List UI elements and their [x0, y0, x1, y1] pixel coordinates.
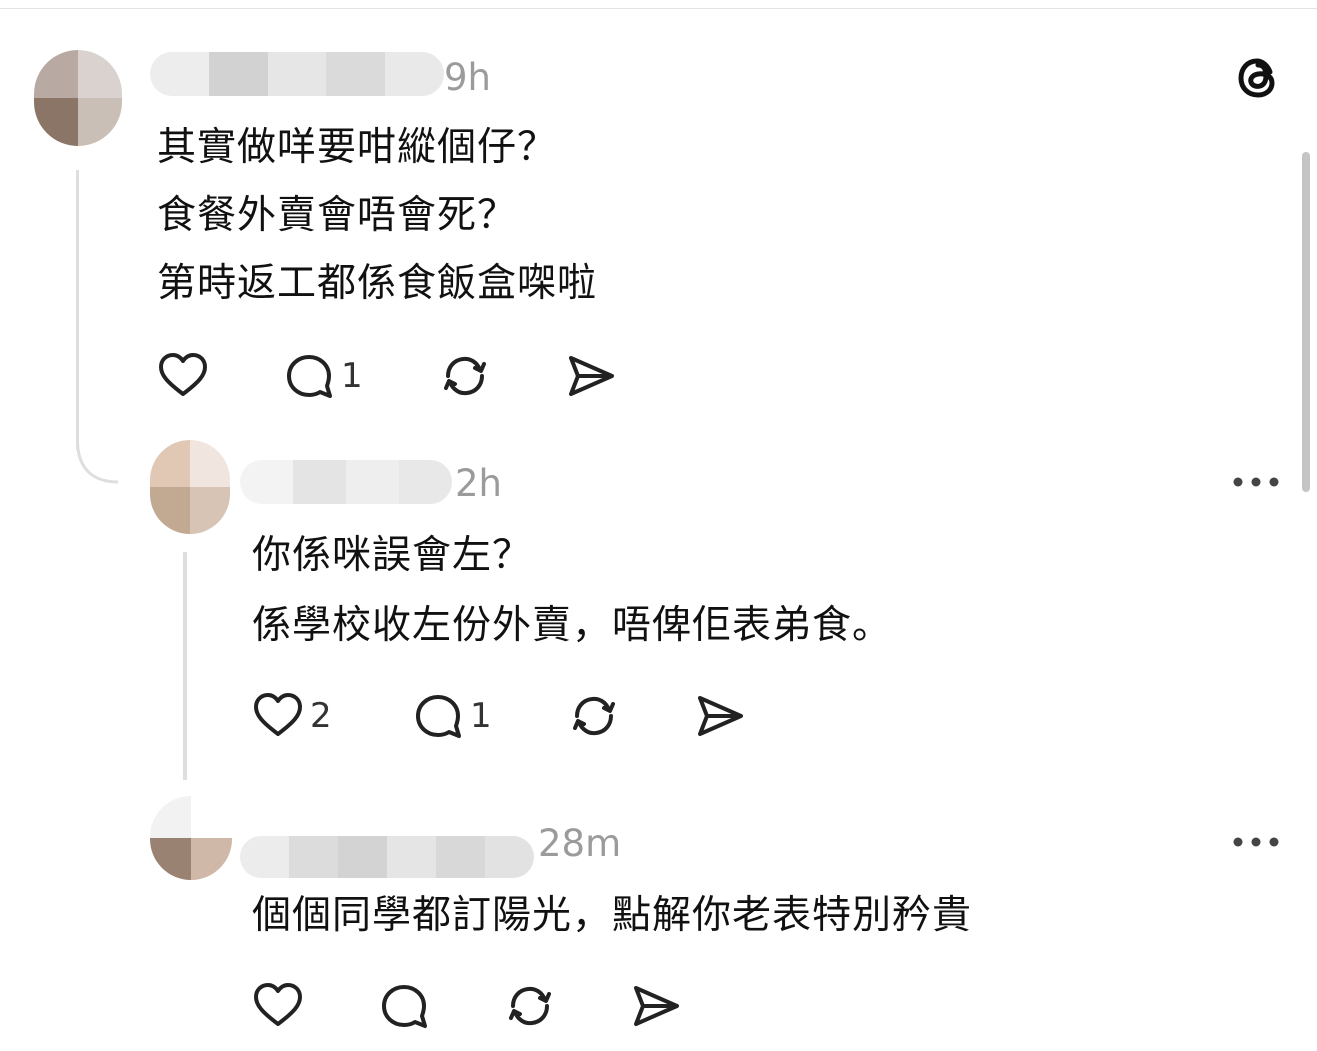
avatar-pixel [34, 50, 78, 98]
scrollbar[interactable] [1302, 152, 1310, 492]
username-blurred[interactable] [150, 52, 444, 96]
like-count: 2 [310, 696, 332, 736]
thread-connector [76, 440, 119, 484]
comment-bubble-icon [382, 985, 427, 1028]
comment-line: 食餐外賣會唔會死？ [157, 193, 518, 238]
repost-button[interactable] [568, 690, 620, 742]
avatar-pixel [78, 50, 122, 98]
reply-button[interactable]: 1 [412, 690, 492, 742]
heart-icon [159, 353, 207, 396]
heart-icon [254, 693, 302, 736]
send-icon [634, 986, 679, 1026]
share-button[interactable] [565, 350, 617, 402]
username-blurred[interactable] [240, 836, 534, 878]
reply-button[interactable] [378, 980, 430, 1032]
comment-line: 係學校收左份外賣，唔俾佢表弟食。 [252, 603, 893, 648]
avatar-pixel [190, 440, 230, 487]
avatar-pixel [150, 440, 190, 487]
more-options-button[interactable] [1230, 472, 1282, 492]
more-options-button[interactable] [1230, 832, 1282, 852]
timestamp: 28m [538, 822, 622, 865]
reply-count: 1 [470, 696, 492, 736]
thread-line [183, 552, 187, 780]
top-divider [0, 8, 1317, 9]
avatar-pixel [150, 796, 191, 838]
comment-line: 第時返工都係食飯盒㗎啦 [157, 261, 598, 306]
like-button[interactable]: 2 [252, 690, 332, 742]
reply-count: 1 [341, 356, 363, 396]
avatar-pixel [191, 796, 232, 838]
threads-logo-icon[interactable] [1230, 50, 1286, 106]
repost-icon [444, 356, 486, 396]
repost-button[interactable] [504, 980, 556, 1032]
more-options-icon [1233, 837, 1279, 847]
comment-line: 個個同學都訂陽光，點解你老表特別矜貴 [252, 893, 973, 938]
avatar[interactable] [150, 796, 232, 880]
reply-button[interactable]: 1 [283, 350, 363, 402]
comment-bubble-icon [287, 355, 332, 398]
thread-line [76, 170, 79, 450]
avatar[interactable] [34, 50, 122, 146]
avatar-pixel [150, 838, 191, 880]
timestamp: 9h [444, 56, 491, 99]
send-icon [698, 696, 743, 736]
like-button[interactable] [252, 980, 304, 1032]
avatar-pixel [190, 487, 230, 534]
repost-icon [509, 986, 551, 1026]
comment-line: 你係咪誤會左？ [252, 533, 533, 578]
like-button[interactable] [157, 350, 209, 402]
comment-bubble-icon [416, 695, 461, 738]
avatar[interactable] [150, 440, 230, 534]
comment-line: 其實做咩要咁縱個仔？ [157, 125, 558, 170]
share-button[interactable] [630, 980, 682, 1032]
more-options-icon [1233, 477, 1279, 487]
share-button[interactable] [694, 690, 746, 742]
avatar-pixel [191, 838, 232, 880]
timestamp: 2h [455, 462, 502, 505]
username-blurred[interactable] [240, 460, 452, 504]
heart-icon [254, 983, 302, 1026]
avatar-pixel [150, 487, 190, 534]
avatar-pixel [78, 98, 122, 146]
avatar-pixel [34, 98, 78, 146]
repost-button[interactable] [439, 350, 491, 402]
send-icon [569, 356, 614, 396]
repost-icon [573, 696, 615, 736]
